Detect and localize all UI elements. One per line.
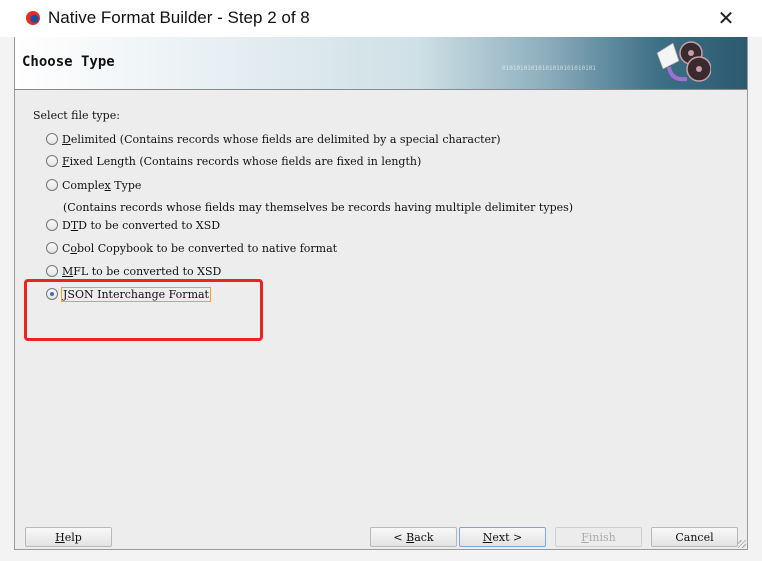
resize-grip[interactable] [738,540,746,548]
radio-button[interactable] [46,219,58,231]
select-file-type-label: Select file type: [33,109,120,122]
page-title: Choose Type [22,54,115,70]
option-label: Cobol Copybook to be converted to native… [62,241,338,255]
radio-mfl[interactable]: MFL to be converted to XSD [46,263,221,279]
back-button[interactable]: < Back [370,527,457,547]
option-label: Complex Type [62,178,142,192]
radio-button[interactable] [46,155,58,167]
complex-type-note: (Contains records whose fields may thems… [63,201,574,214]
option-label: MFL to be converted to XSD [62,264,222,278]
radio-complex-type[interactable]: Complex Type [46,177,141,193]
film-reel-logo-icon [656,41,711,82]
help-button[interactable]: Help [25,527,112,547]
wizard-dialog: Choose Type 01010101010101010101010101 S… [14,37,748,550]
annotation-highlight-box [24,279,263,341]
title-bar: Native Format Builder - Step 2 of 8 ✕ [0,0,762,37]
finish-button[interactable]: Finish [555,527,642,547]
radio-button[interactable] [46,242,58,254]
wizard-header: Choose Type 01010101010101010101010101 [15,37,747,90]
radio-cobol-copybook[interactable]: Cobol Copybook to be converted to native… [46,240,337,256]
option-label: Delimited (Contains records whose fields… [62,132,501,146]
radio-dtd[interactable]: DTD to be converted to XSD [46,217,220,233]
binary-decoration: 01010101010101010101010101 [502,65,596,72]
radio-button[interactable] [46,265,58,277]
radio-button[interactable] [46,179,58,191]
next-button[interactable]: Next > [459,527,546,547]
option-label: Fixed Length (Contains records whose fie… [62,154,422,168]
window-title: Native Format Builder - Step 2 of 8 [48,8,310,27]
oracle-icon [26,11,40,25]
option-label: DTD to be converted to XSD [62,218,221,232]
radio-delimited[interactable]: Delimited (Contains records whose fields… [46,131,501,147]
cancel-button[interactable]: Cancel [651,527,738,547]
radio-fixed-length[interactable]: Fixed Length (Contains records whose fie… [46,153,421,169]
radio-button[interactable] [46,133,58,145]
close-icon[interactable]: ✕ [708,4,744,32]
